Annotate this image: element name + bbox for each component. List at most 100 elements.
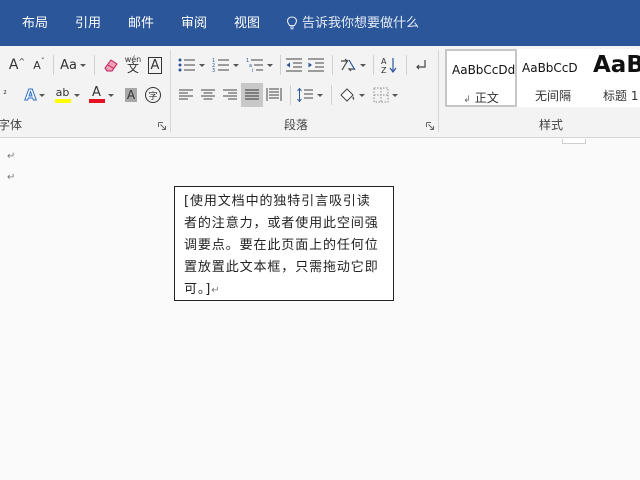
- style-sample: AaBbCcD: [522, 61, 578, 75]
- word-window: 布局 引用 邮件 审阅 视图 告诉我你想要做什么 A ^ Aˇ Aa wén 文…: [0, 0, 640, 480]
- shrink-font-button[interactable]: Aˇ: [30, 54, 48, 76]
- style-sample: AaBbCcDd: [452, 63, 516, 77]
- grow-font-button[interactable]: A ^: [8, 54, 26, 76]
- styles-group-label: 样式: [539, 118, 564, 132]
- style-heading-1[interactable]: AaB 标题 1: [589, 49, 640, 107]
- multilevel-list-icon: 1 a i: [246, 58, 263, 73]
- justify-button[interactable]: [241, 83, 263, 107]
- styles-gallery: AaBbCcDd ↲ 正文 AaBbCcD 无间隔 AaB 标题 1: [442, 49, 640, 107]
- font-dialog-launcher-icon[interactable]: [158, 122, 166, 130]
- paragraph-mark: ↵: [7, 172, 16, 183]
- paragraph-mark: ↵: [7, 151, 16, 162]
- tab-view[interactable]: 视图: [234, 16, 260, 32]
- bullets-button[interactable]: [176, 54, 206, 76]
- line-spacing-button[interactable]: [294, 84, 324, 106]
- increase-indent-button[interactable]: [306, 54, 326, 76]
- tell-me-placeholder: 告诉我你想要做什么: [302, 16, 420, 31]
- grow-font-icon: A: [8, 57, 19, 73]
- style-name: 无间隔: [534, 89, 571, 103]
- separator: [94, 55, 95, 75]
- sort-icon: A Z: [381, 57, 397, 74]
- separator: [406, 55, 407, 75]
- group-separator: [438, 50, 439, 132]
- character-border-icon: A: [147, 56, 163, 74]
- chinese-layout-button[interactable]: [337, 54, 367, 76]
- character-shading-button[interactable]: A: [122, 84, 140, 106]
- shrink-font-icon: A: [33, 58, 41, 72]
- text-effects-button[interactable]: A: [20, 84, 50, 106]
- character-border-button[interactable]: A: [145, 54, 165, 76]
- change-case-button[interactable]: Aa: [58, 54, 88, 76]
- separator: [332, 55, 333, 75]
- decrease-indent-button[interactable]: [284, 54, 304, 76]
- menu-bar: 布局 引用 邮件 审阅 视图 告诉我你想要做什么: [0, 0, 640, 46]
- separator: [53, 55, 54, 75]
- character-shading-icon: A: [124, 88, 138, 102]
- document-canvas[interactable]: ↵ ↵ [使用文档中的独特引言吸引读者的注意力，或者使用此空间强调要点。要在此页…: [0, 139, 640, 480]
- chinese-layout-icon: [340, 58, 356, 72]
- align-center-icon: [201, 89, 215, 100]
- tab-layout[interactable]: 布局: [22, 16, 48, 32]
- svg-text:A: A: [381, 57, 387, 66]
- tell-me-search[interactable]: 告诉我你想要做什么: [286, 16, 419, 32]
- font-group-label: 字体: [0, 118, 23, 132]
- align-left-icon: [179, 89, 193, 100]
- font-color-button[interactable]: A: [86, 84, 116, 106]
- shading-button[interactable]: [336, 84, 366, 106]
- ruler-marker: [562, 139, 586, 144]
- align-right-icon: [223, 89, 237, 100]
- group-separator: [170, 50, 171, 132]
- pull-quote-textbox[interactable]: [使用文档中的独特引言吸引读者的注意力，或者使用此空间强调要点。要在此页面上的任…: [174, 186, 394, 301]
- paint-bucket-icon: [339, 88, 354, 102]
- tab-mailings[interactable]: 邮件: [128, 16, 154, 32]
- style-normal[interactable]: AaBbCcDd ↲ 正文: [445, 49, 517, 107]
- textbox-content[interactable]: [使用文档中的独特引言吸引读者的注意力，或者使用此空间强调要点。要在此页面上的任…: [184, 191, 384, 302]
- align-right-button[interactable]: [220, 84, 240, 106]
- eraser-icon: [104, 59, 118, 72]
- phonetic-guide-button[interactable]: wén 文: [123, 53, 143, 75]
- align-left-button[interactable]: [176, 84, 196, 106]
- decrease-indent-icon: [286, 58, 302, 72]
- style-name: ↲ 正文: [463, 91, 499, 105]
- enclose-characters-icon: 字: [145, 87, 161, 103]
- font-color-icon: A: [92, 85, 101, 100]
- separator: [280, 55, 281, 75]
- text-effects-icon: A: [24, 86, 37, 105]
- style-no-spacing[interactable]: AaBbCcD 无间隔: [517, 49, 589, 107]
- paragraph-mark-icon: [416, 60, 426, 70]
- style-name: 标题 1: [603, 89, 639, 103]
- distributed-icon: [266, 88, 282, 101]
- phonetic-guide-bottom: 文: [126, 61, 139, 75]
- superscript-button[interactable]: ²: [0, 84, 10, 106]
- enclose-characters-button[interactable]: 字: [144, 84, 162, 106]
- numbering-button[interactable]: 1 2 3: [210, 54, 240, 76]
- change-case-icon: Aa: [60, 57, 77, 73]
- bullets-icon: [178, 58, 195, 72]
- svg-text:i: i: [252, 68, 253, 73]
- tab-references[interactable]: 引用: [75, 16, 101, 32]
- borders-icon: [373, 87, 388, 103]
- highlight-button[interactable]: ab: [53, 84, 81, 106]
- align-center-button[interactable]: [198, 84, 218, 106]
- lightbulb-icon: [286, 16, 298, 30]
- font-color-bar: [88, 99, 105, 103]
- paragraph-group-label: 段落: [284, 118, 309, 132]
- justify-icon: [245, 89, 259, 100]
- numbering-icon: 1 2 3: [212, 58, 229, 73]
- style-sample: AaB: [593, 52, 640, 78]
- sort-button[interactable]: A Z: [378, 54, 400, 76]
- paragraph-dialog-launcher-icon[interactable]: [426, 122, 434, 130]
- multilevel-list-button[interactable]: 1 a i: [244, 54, 274, 76]
- paragraph-mark: ↵: [211, 285, 220, 296]
- borders-button[interactable]: [370, 84, 400, 106]
- highlight-color-bar: [54, 99, 71, 103]
- tab-review[interactable]: 审阅: [181, 16, 207, 32]
- svg-text:3: 3: [212, 68, 215, 73]
- separator: [373, 55, 374, 75]
- svg-text:Z: Z: [381, 66, 387, 74]
- separator: [290, 85, 291, 105]
- clear-formatting-button[interactable]: [100, 54, 122, 76]
- show-formatting-button[interactable]: [411, 54, 431, 76]
- line-spacing-icon: [296, 87, 313, 103]
- distributed-button[interactable]: [264, 84, 284, 106]
